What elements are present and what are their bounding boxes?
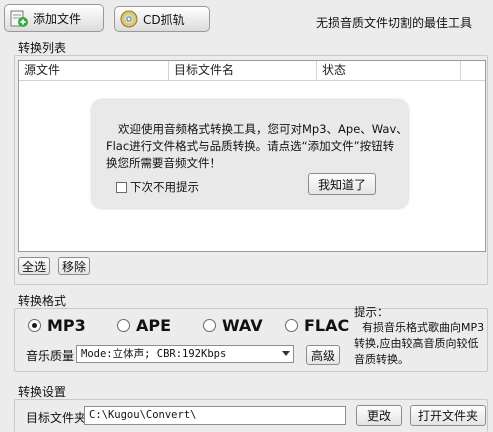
radio-mp3-label: MP3 <box>47 316 86 335</box>
popup-message-line2: Flac进行文件格式与品质转换。请点选“添加文件”按钮转 <box>106 139 395 153</box>
radio-mp3[interactable]: MP3 <box>28 316 86 335</box>
radio-ape-circle <box>117 319 130 332</box>
welcome-popup: 欢迎使用音频格式转换工具，您可对Mp3、Ape、Wav、 Flac进行文件格式与… <box>92 100 408 208</box>
radio-mp3-circle <box>28 319 41 332</box>
column-source-file[interactable]: 源文件 <box>19 61 169 81</box>
dont-show-again-label: 下次不用提示 <box>130 180 199 194</box>
column-target-filename[interactable]: 目标文件名 <box>169 61 317 81</box>
select-all-button[interactable]: 全选 <box>18 257 50 275</box>
chevron-down-icon <box>282 351 290 356</box>
add-file-icon <box>9 8 29 28</box>
cd-rip-button[interactable]: CD抓轨 <box>114 6 210 32</box>
radio-wav-label: WAV <box>222 316 263 335</box>
quality-label: 音乐质量 <box>26 349 75 363</box>
radio-flac-circle <box>285 319 298 332</box>
target-folder-input[interactable]: C:\Kugou\Convert\ <box>84 406 346 425</box>
quality-value: Mode:立体声; CBR:192Kbps <box>81 348 227 360</box>
change-folder-button[interactable]: 更改 <box>356 405 402 426</box>
hint-line1: 有损音乐格式歌曲向MP3 <box>362 321 485 334</box>
convert-settings-title: 转换设置 <box>18 385 67 399</box>
popup-message-line3: 换您所需要音频文件！ <box>106 156 221 170</box>
cd-rip-label: CD抓轨 <box>143 12 185 27</box>
radio-flac[interactable]: FLAC <box>285 316 349 335</box>
radio-flac-label: FLAC <box>304 316 350 335</box>
hint-line3: 音质转换。 <box>354 353 409 366</box>
remove-button[interactable]: 移除 <box>58 257 90 275</box>
got-it-button[interactable]: 我知道了 <box>308 173 376 195</box>
hint-title: 提示： <box>354 305 389 319</box>
advanced-button[interactable]: 高级 <box>306 345 340 365</box>
convert-format-title: 转换格式 <box>18 294 67 308</box>
checkbox-box <box>116 182 127 193</box>
open-folder-button[interactable]: 打开文件夹 <box>410 405 486 426</box>
column-status[interactable]: 状态 <box>317 61 461 81</box>
convert-list-title: 转换列表 <box>18 41 67 55</box>
dont-show-again-checkbox[interactable]: 下次不用提示 <box>116 179 199 196</box>
add-file-button[interactable]: 添加文件 <box>4 4 104 32</box>
radio-wav[interactable]: WAV <box>203 316 263 335</box>
cd-icon <box>119 9 139 29</box>
radio-ape-label: APE <box>136 316 172 335</box>
radio-selected-dot <box>32 323 37 328</box>
add-file-label: 添加文件 <box>33 11 82 26</box>
target-folder-label: 目标文件夹 <box>26 411 87 425</box>
popup-message-line1: 欢迎使用音频格式转换工具，您可对Mp3、Ape、Wav、 <box>118 122 408 136</box>
quality-dropdown[interactable]: Mode:立体声; CBR:192Kbps <box>76 345 294 363</box>
column-filler <box>461 61 485 81</box>
hint-line2: 转换,应由较高音质向较低 <box>354 337 479 350</box>
radio-ape[interactable]: APE <box>117 316 171 335</box>
radio-wav-circle <box>203 319 216 332</box>
app-slogan: 无损音质文件切割的最佳工具 <box>316 16 473 30</box>
